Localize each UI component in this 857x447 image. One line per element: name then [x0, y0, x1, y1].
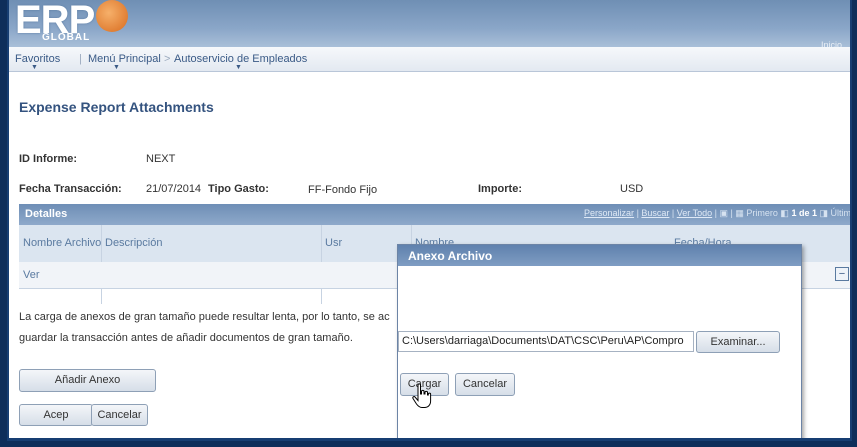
chevron-down-icon: ▼: [31, 64, 38, 71]
transaction-date-value: 21/07/2014: [146, 183, 202, 195]
currency-value: USD: [620, 183, 644, 195]
view-attachment-link[interactable]: Ver: [23, 269, 40, 281]
last-link[interactable]: Últim: [831, 208, 851, 218]
transaction-date-label: Fecha Transacción:: [19, 183, 122, 195]
logo-subtext: GLOBAL: [42, 32, 91, 43]
nav-separator: |: [79, 53, 82, 65]
search-link[interactable]: Buscar: [641, 208, 669, 218]
next-arrow-icon[interactable]: ◨: [819, 208, 828, 218]
chevron-down-icon: ▼: [235, 64, 242, 71]
cancel-button[interactable]: Cancelar: [91, 404, 148, 426]
warning-line-1: La carga de anexos de gran tamaño puede …: [19, 311, 390, 323]
amount-label: Importe:: [478, 183, 522, 195]
grid-title: Detalles: [25, 208, 68, 220]
details-grid-header: Detalles Personalizar | Buscar | Ver Tod…: [19, 204, 851, 225]
large-file-warning: La carga de anexos de gran tamaño puede …: [19, 307, 390, 349]
globe-logo-icon: [96, 0, 128, 32]
breadcrumb-separator: >: [164, 53, 171, 65]
pager-text: 1 de 1: [791, 208, 817, 218]
header-banner: ERP GLOBAL Inicio: [9, 0, 850, 50]
col-user: Usr: [325, 237, 343, 249]
grid-controls: Personalizar | Buscar | Ver Todo | ▣ | ▦…: [584, 208, 851, 218]
file-path-input[interactable]: C:\Users\darriaga\Documents\DAT\CSC\Peru…: [398, 331, 694, 352]
col-file-name: Nombre Archivo: [23, 237, 102, 249]
app-window: ERP GLOBAL Inicio Favoritos ▼ | Menú Pri…: [7, 0, 852, 441]
dialog-title-bar: Anexo Archivo: [398, 245, 801, 266]
grid-options-icon[interactable]: ▣: [719, 208, 728, 218]
hand-cursor-icon: [412, 383, 432, 408]
accept-button[interactable]: Acep: [19, 404, 93, 426]
report-id-value: NEXT: [146, 153, 176, 165]
prev-arrow-icon[interactable]: ◧: [780, 208, 789, 218]
menu-bar: Favoritos ▼ | Menú Principal ▼ > Autoser…: [9, 47, 850, 72]
browse-button[interactable]: Examinar...: [696, 331, 780, 353]
view-all-link[interactable]: Ver Todo: [677, 208, 712, 218]
page-title: Expense Report Attachments: [19, 99, 214, 115]
col-description: Descripción: [105, 237, 163, 249]
report-id-label: ID Informe:: [19, 153, 78, 165]
expense-type-label: Tipo Gasto:: [208, 183, 269, 195]
personalize-link[interactable]: Personalizar: [584, 208, 634, 218]
download-grid-icon[interactable]: ▦: [735, 208, 744, 218]
expense-type-value: FF-Fondo Fijo: [308, 184, 378, 196]
delete-row-icon[interactable]: −: [835, 267, 849, 281]
chevron-down-icon: ▼: [113, 64, 120, 71]
dialog-title: Anexo Archivo: [408, 249, 493, 263]
warning-line-2: guardar la transacción antes de añadir d…: [19, 332, 353, 344]
nav-menu-principal[interactable]: Menú Principal: [88, 53, 161, 65]
add-attachment-button[interactable]: Añadir Anexo: [19, 369, 156, 392]
first-link[interactable]: Primero: [746, 208, 778, 218]
attach-file-dialog: Anexo Archivo C:\Users\darriaga\Document…: [397, 244, 802, 438]
dialog-cancel-button[interactable]: Cancelar: [455, 373, 515, 396]
